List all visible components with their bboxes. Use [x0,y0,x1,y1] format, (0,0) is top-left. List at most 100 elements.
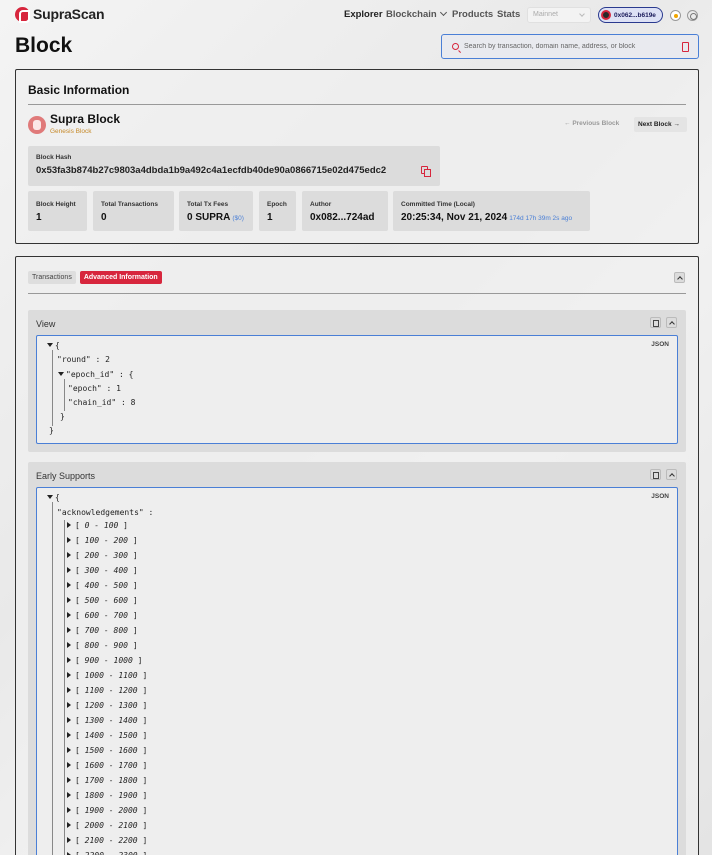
indent-guide [52,502,53,855]
block-name: Supra Block [50,112,121,126]
time-ago: 174d 17h 39m 2s ago [509,215,573,222]
caret-down-icon [47,343,53,347]
panel-title: Early Supports [36,471,96,481]
copy-icon[interactable] [421,166,431,177]
indent-guide [64,379,65,411]
nav-blockchain[interactable]: Blockchain [386,8,447,20]
stat-committed-time: Committed Time (Local) 20:25:34, Nov 21,… [393,191,590,231]
range-label: 2000 - 2100 [84,821,138,830]
range-toggle[interactable]: [ 100 - 200 ] [67,536,138,546]
search-icon [452,43,459,50]
dark-mode-icon[interactable] [687,10,698,21]
collapse-icon[interactable] [674,272,685,283]
range-toggle[interactable]: [ 300 - 400 ] [67,566,138,576]
search-bar [441,34,699,59]
stat-value: 1 [36,212,42,223]
brand-logo[interactable]: SupraScan [15,6,105,23]
range-label: 2200 - 2300 [85,851,138,855]
collapse-icon[interactable] [666,317,677,328]
range-toggle[interactable]: [ 2000 - 2100 ] [67,821,147,831]
range-label: 1500 - 1600 [84,746,138,755]
range-toggle[interactable]: [ 2100 - 2200 ] [67,836,147,846]
json-toggle[interactable]: { [47,493,60,503]
json-viewer: JSON { "acknowledgements" : [ 0 - 100 ] [… [36,487,678,855]
caret-right-icon [67,807,71,813]
range-toggle[interactable]: [ 500 - 600 ] [67,596,138,606]
range-label: 1300 - 1400 [84,716,138,725]
range-label: 1600 - 1700 [84,761,138,770]
range-label: 200 - 300 [84,551,128,560]
next-block-button[interactable]: Next Block → [634,117,687,132]
basic-info-card: Basic Information Supra Block Genesis Bl… [15,69,699,244]
section-title: Basic Information [28,83,130,97]
caret-down-icon [47,495,53,499]
caret-right-icon [67,582,71,588]
range-toggle[interactable]: [ 600 - 700 ] [67,611,138,621]
light-mode-icon[interactable] [670,10,681,21]
collapse-icon[interactable] [666,469,677,480]
fees-usd: ($0) [232,215,244,222]
range-label: 100 - 200 [84,536,128,545]
caret-right-icon [67,687,71,693]
stat-block-height: Block Height 1 [28,191,87,231]
range-label: 1700 - 1800 [84,776,138,785]
stat-value: 20:25:34, Nov 21, 2024 174d 17h 39m 2s ag… [401,212,573,223]
json-tag: JSON [651,341,669,348]
json-toggle[interactable]: { [47,341,60,351]
range-label: 1200 - 1300 [84,701,138,710]
json-row: "chain_id" : 8 [68,398,136,407]
range-toggle[interactable]: [ 1300 - 1400 ] [67,716,147,726]
range-toggle[interactable]: [ 2200 - 2300 ] [67,851,147,855]
json-toggle[interactable]: "epoch_id" : { [58,370,133,380]
range-label: 600 - 700 [84,611,128,620]
range-toggle[interactable]: [ 1600 - 1700 ] [67,761,147,771]
page-title: Block [15,34,73,57]
range-toggle[interactable]: [ 1000 - 1100 ] [67,671,147,681]
tab-transactions[interactable]: Transactions [28,271,76,284]
network-label: Mainnet [533,11,558,18]
caret-right-icon [67,672,71,678]
search-input[interactable] [464,43,679,50]
stat-total-fees: Total Tx Fees 0 SUPRA ($0) [179,191,253,231]
stat-label: Author [310,201,332,208]
range-toggle[interactable]: [ 1200 - 1300 ] [67,701,147,711]
range-toggle[interactable]: [ 1800 - 1900 ] [67,791,147,801]
nav-stats[interactable]: Stats [497,9,520,20]
range-toggle[interactable]: [ 1700 - 1800 ] [67,776,147,786]
range-toggle[interactable]: [ 0 - 100 ] [67,521,128,531]
brand-name: SupraScan [33,6,105,22]
search-shortcut-icon[interactable] [682,42,689,52]
range-toggle[interactable]: [ 1100 - 1200 ] [67,686,147,696]
stat-total-transactions: Total Transactions 0 [93,191,174,231]
copy-icon[interactable] [650,317,661,328]
view-panel: View JSON { "round" : 2 "epoch_id" : { "… [28,310,686,452]
panel-title: View [36,319,56,329]
nav-products[interactable]: Products [452,9,493,20]
block-hash-box: Block Hash 0x53fa3b874b27c9803a4dbda1b9a… [28,146,440,186]
range-toggle[interactable]: [ 1500 - 1600 ] [67,746,147,756]
range-toggle[interactable]: [ 200 - 300 ] [67,551,138,561]
stat-label: Committed Time (Local) [401,201,475,208]
caret-right-icon [67,747,71,753]
range-toggle[interactable]: [ 400 - 500 ] [67,581,138,591]
author-link[interactable]: 0x082...724ad [310,212,375,223]
range-toggle[interactable]: [ 900 - 1000 ] [67,656,142,666]
range-label: 1000 - 1100 [84,671,138,680]
range-toggle[interactable]: [ 700 - 800 ] [67,626,138,636]
block-subtitle: Genesis Block [50,128,92,135]
chevron-down-icon [439,8,447,17]
range-toggle[interactable]: [ 1900 - 2000 ] [67,806,147,816]
nav-explorer[interactable]: Explorer [344,9,383,20]
wallet-button[interactable]: 0x062...b619e [598,7,663,23]
divider [28,104,686,105]
json-tag: JSON [651,493,669,500]
tab-advanced-information[interactable]: Advanced Information [79,271,162,284]
range-toggle[interactable]: [ 1400 - 1500 ] [67,731,147,741]
stat-label: Total Tx Fees [187,201,229,208]
caret-right-icon [67,627,71,633]
copy-icon[interactable] [650,469,661,480]
range-toggle[interactable]: [ 800 - 900 ] [67,641,138,651]
range-label: 1900 - 2000 [84,806,138,815]
previous-block-button[interactable]: ← Previous Block [564,120,619,127]
network-select[interactable]: Mainnet [527,7,591,23]
